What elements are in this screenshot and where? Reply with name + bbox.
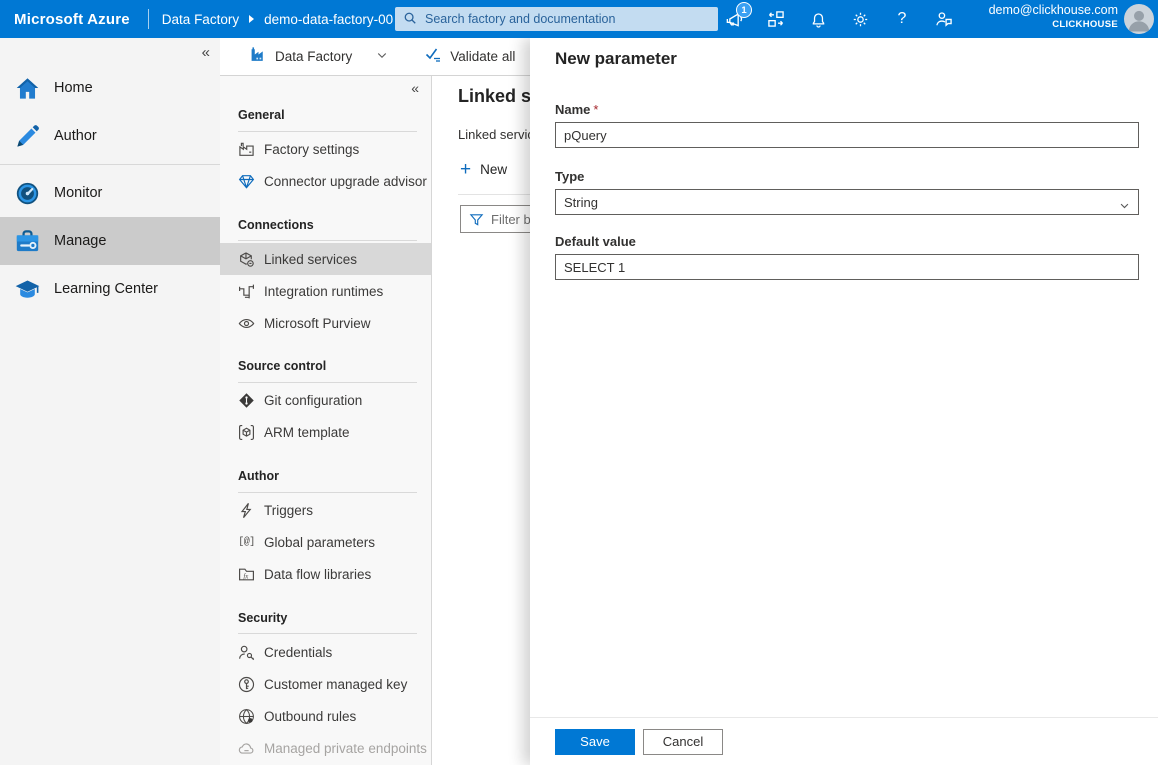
cancel-button[interactable]: Cancel: [643, 729, 723, 755]
nav-item-learning-center[interactable]: Learning Center: [0, 265, 220, 313]
microsoft-purview-icon: [238, 315, 255, 332]
triggers-icon: [238, 502, 255, 519]
breadcrumb-root[interactable]: Data Factory: [162, 12, 239, 27]
sidenav-item-credentials[interactable]: Credentials: [220, 636, 431, 668]
breadcrumb-arrow-icon: [249, 15, 254, 23]
panel-footer: Save Cancel: [530, 717, 1158, 765]
sidenav-item-connector-upgrade-advisor[interactable]: Connector upgrade advisor: [220, 166, 431, 198]
section-header-general: General: [238, 108, 417, 132]
git-configuration-icon: [238, 392, 255, 409]
sidenav-item-data-flow-libraries[interactable]: fx Data flow libraries: [220, 559, 431, 591]
default-value-field[interactable]: [555, 254, 1139, 280]
outbound-rules-icon: [238, 708, 255, 725]
type-label: Type: [555, 169, 1158, 184]
feedback-icon[interactable]: [934, 9, 954, 29]
search-input[interactable]: [395, 7, 718, 31]
section-header-author: Author: [238, 469, 417, 493]
data-flow-libraries-icon: fx: [238, 566, 255, 583]
notification-badge: 1: [736, 2, 752, 18]
validate-all-label: Validate all: [450, 49, 515, 64]
type-select[interactable]: [555, 189, 1139, 215]
announcements-icon[interactable]: 1: [724, 9, 744, 29]
type-select-wrap: [555, 189, 1139, 215]
name-label: Name*: [555, 102, 1158, 117]
default-value-label: Default value: [555, 234, 1158, 249]
credentials-icon: [238, 644, 255, 661]
account-org: CLICKHOUSE: [989, 19, 1118, 31]
sidenav-item-integration-runtimes[interactable]: Integration runtimes: [220, 275, 431, 307]
manage-icon: [14, 228, 41, 255]
validate-all-button[interactable]: Validate all: [424, 45, 515, 68]
save-button[interactable]: Save: [555, 729, 635, 755]
nav-item-home[interactable]: Home: [0, 64, 220, 112]
sidenav-item-linked-services[interactable]: Linked services: [220, 243, 431, 275]
sidenav-item-managed-private-endpoints: Managed private endpoints: [220, 732, 431, 764]
learning-center-icon: [14, 276, 41, 303]
azure-brand: Microsoft Azure: [0, 11, 148, 28]
topbar-icon-group: 1 ?: [724, 0, 954, 38]
sidenav-item-microsoft-purview[interactable]: Microsoft Purview: [220, 307, 431, 339]
factory-settings-icon: [238, 141, 255, 158]
customer-managed-key-icon: [238, 676, 255, 693]
integration-runtimes-icon: [238, 283, 255, 300]
plus-icon: +: [460, 160, 471, 179]
sidenav-item-factory-settings[interactable]: Factory settings: [220, 134, 431, 166]
sidenav-item-outbound-rules[interactable]: Outbound rules: [220, 700, 431, 732]
sidenav-item-global-parameters[interactable]: [@] Global parameters: [220, 527, 431, 559]
data-factory-selector[interactable]: Data Factory: [250, 46, 352, 68]
manage-side-nav: « General Factory settings Connector upg…: [220, 76, 432, 765]
nav-divider: [0, 164, 220, 165]
account-email: demo@clickhouse.com: [989, 3, 1118, 19]
avatar[interactable]: [1124, 4, 1154, 34]
left-nav-collapse-icon[interactable]: «: [202, 44, 210, 61]
data-factory-label: Data Factory: [275, 49, 352, 64]
managed-private-endpoints-icon: [238, 740, 255, 757]
sidenav-item-arm-template[interactable]: ARM template: [220, 417, 431, 449]
arm-template-icon: [238, 424, 255, 441]
required-asterisk: *: [593, 102, 598, 117]
side-nav-collapse-icon[interactable]: «: [411, 80, 419, 96]
name-field[interactable]: [555, 122, 1139, 148]
nav-item-monitor[interactable]: Monitor: [0, 169, 220, 217]
monitor-icon: [14, 180, 41, 207]
brand-separator: [148, 9, 149, 29]
azure-data-factory-app: Microsoft Azure Data Factory demo-data-f…: [0, 0, 1158, 765]
new-parameter-panel: New parameter Name* Type Default value S…: [530, 38, 1158, 765]
sidenav-item-git-configuration[interactable]: Git configuration: [220, 385, 431, 417]
author-icon: [14, 123, 41, 150]
global-parameters-icon: [@]: [238, 534, 255, 551]
new-button[interactable]: + New: [460, 160, 507, 179]
nav-item-manage[interactable]: Manage: [0, 217, 220, 265]
panel-title: New parameter: [555, 49, 1158, 69]
top-bar: Microsoft Azure Data Factory demo-data-f…: [0, 0, 1158, 38]
chevron-down-icon[interactable]: [376, 48, 388, 66]
nav-item-author[interactable]: Author: [0, 112, 220, 160]
validate-all-icon: [424, 45, 442, 68]
account-info[interactable]: demo@clickhouse.com CLICKHOUSE: [989, 3, 1118, 31]
sidenav-item-customer-managed-key[interactable]: Customer managed key: [220, 668, 431, 700]
notifications-icon[interactable]: [808, 9, 828, 29]
linked-services-icon: [238, 251, 255, 268]
section-header-source-control: Source control: [238, 359, 417, 383]
breadcrumb-current[interactable]: demo-data-factory-00: [264, 12, 393, 27]
help-icon[interactable]: ?: [892, 9, 912, 29]
filter-funnel-icon: [469, 212, 484, 232]
section-header-security: Security: [238, 611, 417, 635]
sidenav-item-triggers[interactable]: Triggers: [220, 495, 431, 527]
switch-directory-icon[interactable]: [766, 9, 786, 29]
home-icon: [14, 75, 41, 102]
section-header-connections: Connections: [238, 218, 417, 242]
connector-upgrade-advisor-icon: [238, 173, 255, 190]
data-factory-icon: [250, 46, 267, 68]
left-nav: « Home Author Monitor: [0, 38, 220, 765]
settings-icon[interactable]: [850, 9, 870, 29]
